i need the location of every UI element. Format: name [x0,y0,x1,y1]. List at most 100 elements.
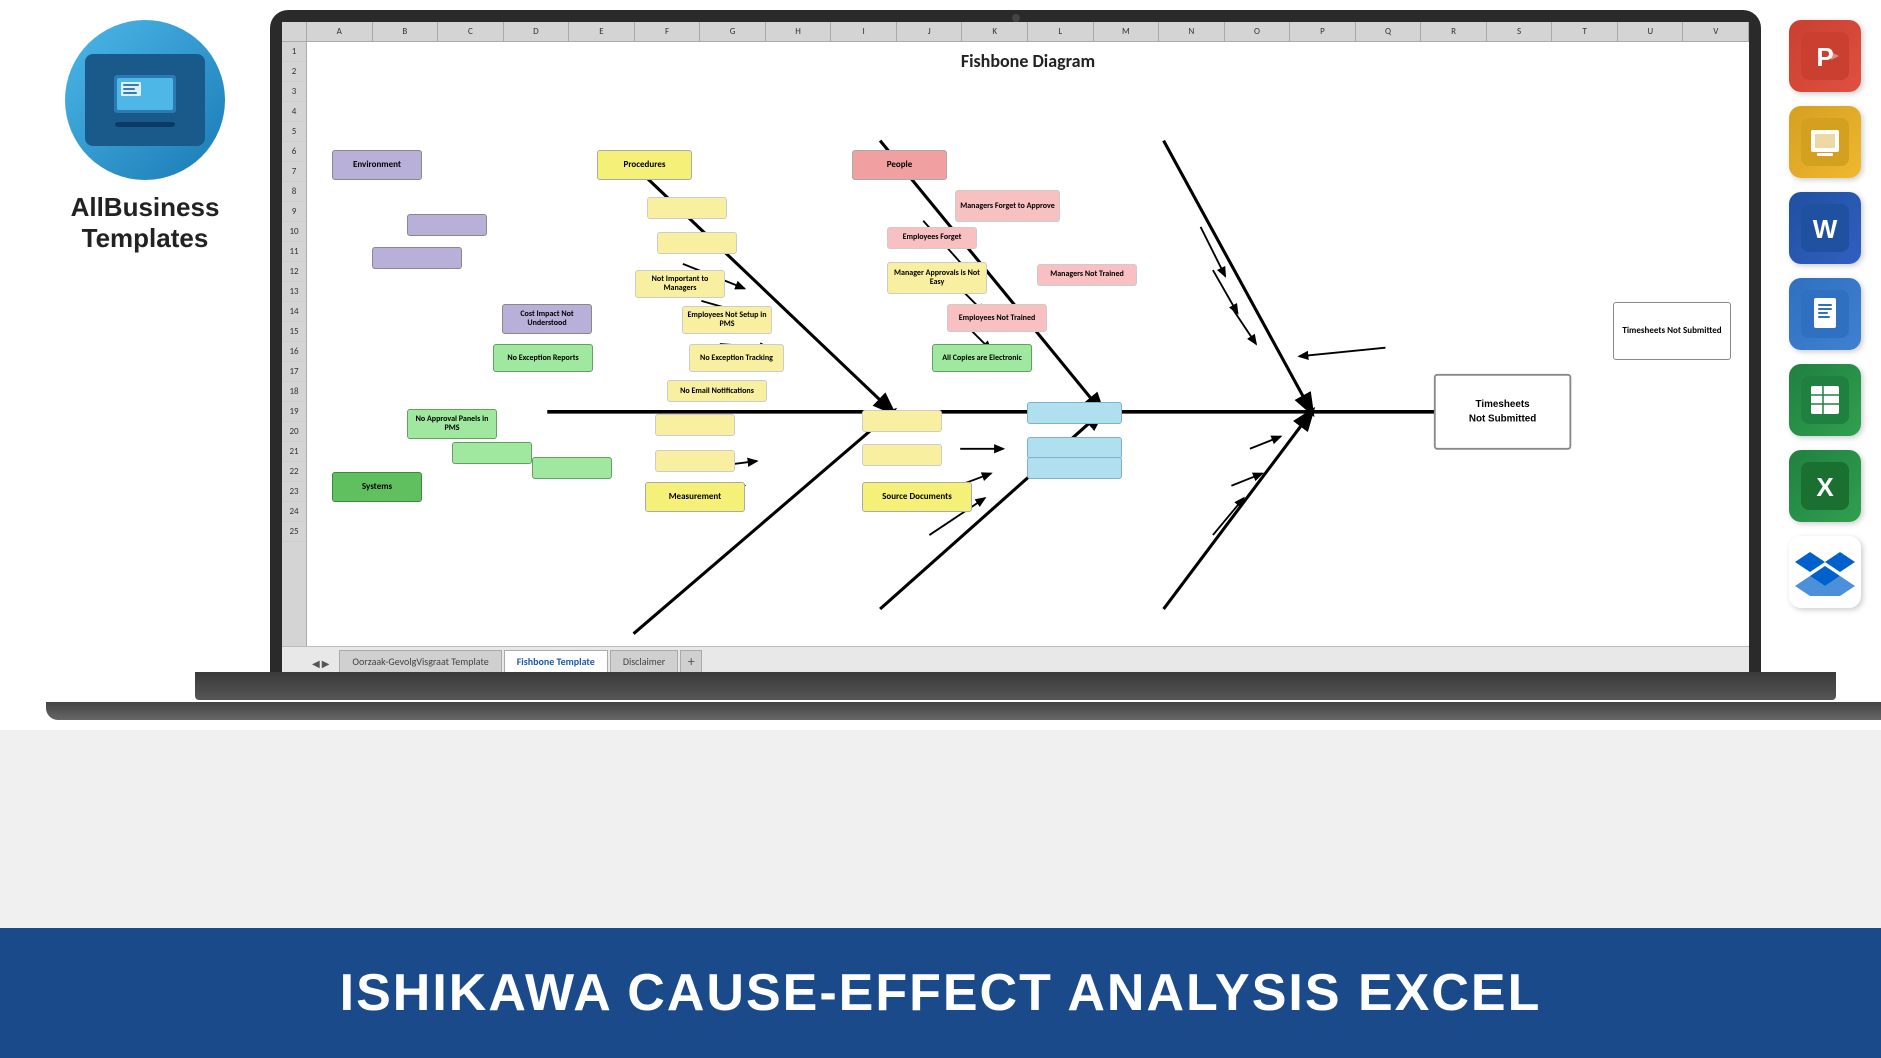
env-sub-box-1 [407,214,487,236]
row-16: 16 [282,342,306,362]
row-5: 5 [282,122,306,142]
no-email-notifications-box: No Email Notifications [667,380,767,402]
people-box: People [852,150,947,180]
laptop-base [195,672,1835,700]
col-O[interactable]: O [1225,22,1291,41]
svg-text:Not Submitted: Not Submitted [1469,414,1536,425]
laptop-container: A B C D E F G H I J K L M N O P Q [270,10,1761,720]
managers-not-trained-box: Managers Not Trained [1037,264,1137,286]
logo-circle [65,20,225,180]
logo-title: AllBusiness Templates [71,192,220,254]
employees-forget-box: Employees Forget [887,227,977,249]
tab-left-arrow[interactable]: ◀ [312,657,320,670]
diagram-container: Fishbone Diagram Timesheets Not Submitte… [307,42,1749,646]
procedures-box: Procedures [597,150,692,180]
word-icon[interactable]: W [1789,192,1861,264]
row-14: 14 [282,302,306,322]
not-important-managers-box: Not Important to Managers [635,270,725,298]
col-C[interactable]: C [438,22,504,41]
tab-right-arrow[interactable]: ▶ [322,657,330,670]
svg-text:X: X [1816,472,1834,502]
row-10: 10 [282,222,306,242]
row-4: 4 [282,102,306,122]
row-25: 25 [282,522,306,542]
row-20: 20 [282,422,306,442]
col-J[interactable]: J [897,22,963,41]
col-P[interactable]: P [1290,22,1356,41]
no-exception-tracking-box: No Exception Tracking [689,344,784,372]
excel-main-area: 1 2 3 4 5 6 7 8 9 10 11 12 13 14 [282,42,1749,646]
col-G[interactable]: G [700,22,766,41]
row-7: 7 [282,162,306,182]
all-copies-electronic-box: All Copies are Electronic [932,344,1032,372]
laptop-screen-outer: A B C D E F G H I J K L M N O P Q [270,10,1761,672]
row-13: 13 [282,282,306,302]
col-Q[interactable]: Q [1356,22,1422,41]
no-exception-reports-box: No Exception Reports [493,344,593,372]
row-17: 17 [282,362,306,382]
row-11: 11 [282,242,306,262]
meas-sub-box-2 [655,450,735,472]
logo-inner [85,54,205,146]
systems-box: Systems [332,472,422,502]
col-A[interactable]: A [307,22,373,41]
col-R[interactable]: R [1421,22,1487,41]
col-N[interactable]: N [1159,22,1225,41]
diagram-title: Fishbone Diagram [307,42,1749,72]
bottom-banner: ISHIKAWA CAUSE-EFFECT ANALYSIS EXCEL [0,928,1881,1058]
row-12: 12 [282,262,306,282]
no-approval-panels-box: No Approval Panels in PMS [407,409,497,439]
laptop-icon [105,70,185,130]
systems-sub-box-1 [452,442,532,464]
col-V[interactable]: V [1683,22,1749,41]
row-numbers: 1 2 3 4 5 6 7 8 9 10 11 12 13 14 [282,42,307,646]
laptop-screen-inner: A B C D E F G H I J K L M N O P Q [282,22,1749,672]
camera-dot [1012,14,1020,22]
column-headers: A B C D E F G H I J K L M N O P Q [282,22,1749,42]
row-9: 9 [282,202,306,222]
row-15: 15 [282,322,306,342]
col-U[interactable]: U [1618,22,1684,41]
tab-disclaimer[interactable]: Disclaimer [610,650,678,672]
src-yellow-sub-2 [862,444,942,466]
col-K[interactable]: K [962,22,1028,41]
row-8: 8 [282,182,306,202]
col-T[interactable]: T [1552,22,1618,41]
proc-sub-box-2 [657,232,737,254]
row-19: 19 [282,402,306,422]
environment-box: Environment [332,150,422,180]
logo-text-area: AllBusiness Templates [71,192,220,254]
col-F[interactable]: F [635,22,701,41]
col-H[interactable]: H [766,22,832,41]
laptop-stand [46,702,1881,720]
src-sub-box-3 [1027,457,1122,479]
col-B[interactable]: B [373,22,439,41]
col-D[interactable]: D [504,22,570,41]
meas-sub-box-1 [655,414,735,436]
col-I[interactable]: I [831,22,897,41]
src-yellow-sub-1 [862,410,942,432]
tab-add-button[interactable]: + [680,650,702,672]
powerpoint-icon[interactable]: P [1789,20,1861,92]
google-docs-icon[interactable] [1789,278,1861,350]
tab-oorzaak[interactable]: Oorzaak-GevolgVisgraat Template [339,650,501,672]
col-E[interactable]: E [569,22,635,41]
tab-fishbone[interactable]: Fishbone Template [504,650,608,672]
right-icons-panel: P W X [1789,20,1861,608]
row-1: 1 [282,42,306,62]
row-24: 24 [282,502,306,522]
banner-text: ISHIKAWA CAUSE-EFFECT ANALYSIS EXCEL [340,963,1542,1023]
src-sub-box-2 [1027,437,1122,459]
systems-sub-box-2 [532,457,612,479]
col-M[interactable]: M [1094,22,1160,41]
proc-sub-box-1 [647,197,727,219]
excel-icon[interactable]: X [1789,450,1861,522]
corner-cell [282,22,307,41]
col-L[interactable]: L [1028,22,1094,41]
google-sheets-icon[interactable] [1789,364,1861,436]
dropbox-icon[interactable] [1789,536,1861,608]
col-S[interactable]: S [1487,22,1553,41]
excel-tabs-bar: ◀ ▶ Oorzaak-GevolgVisgraat Template Fish… [282,646,1749,672]
google-slides-icon[interactable] [1789,106,1861,178]
managers-forget-approve-box: Managers Forget to Approve [955,190,1060,222]
